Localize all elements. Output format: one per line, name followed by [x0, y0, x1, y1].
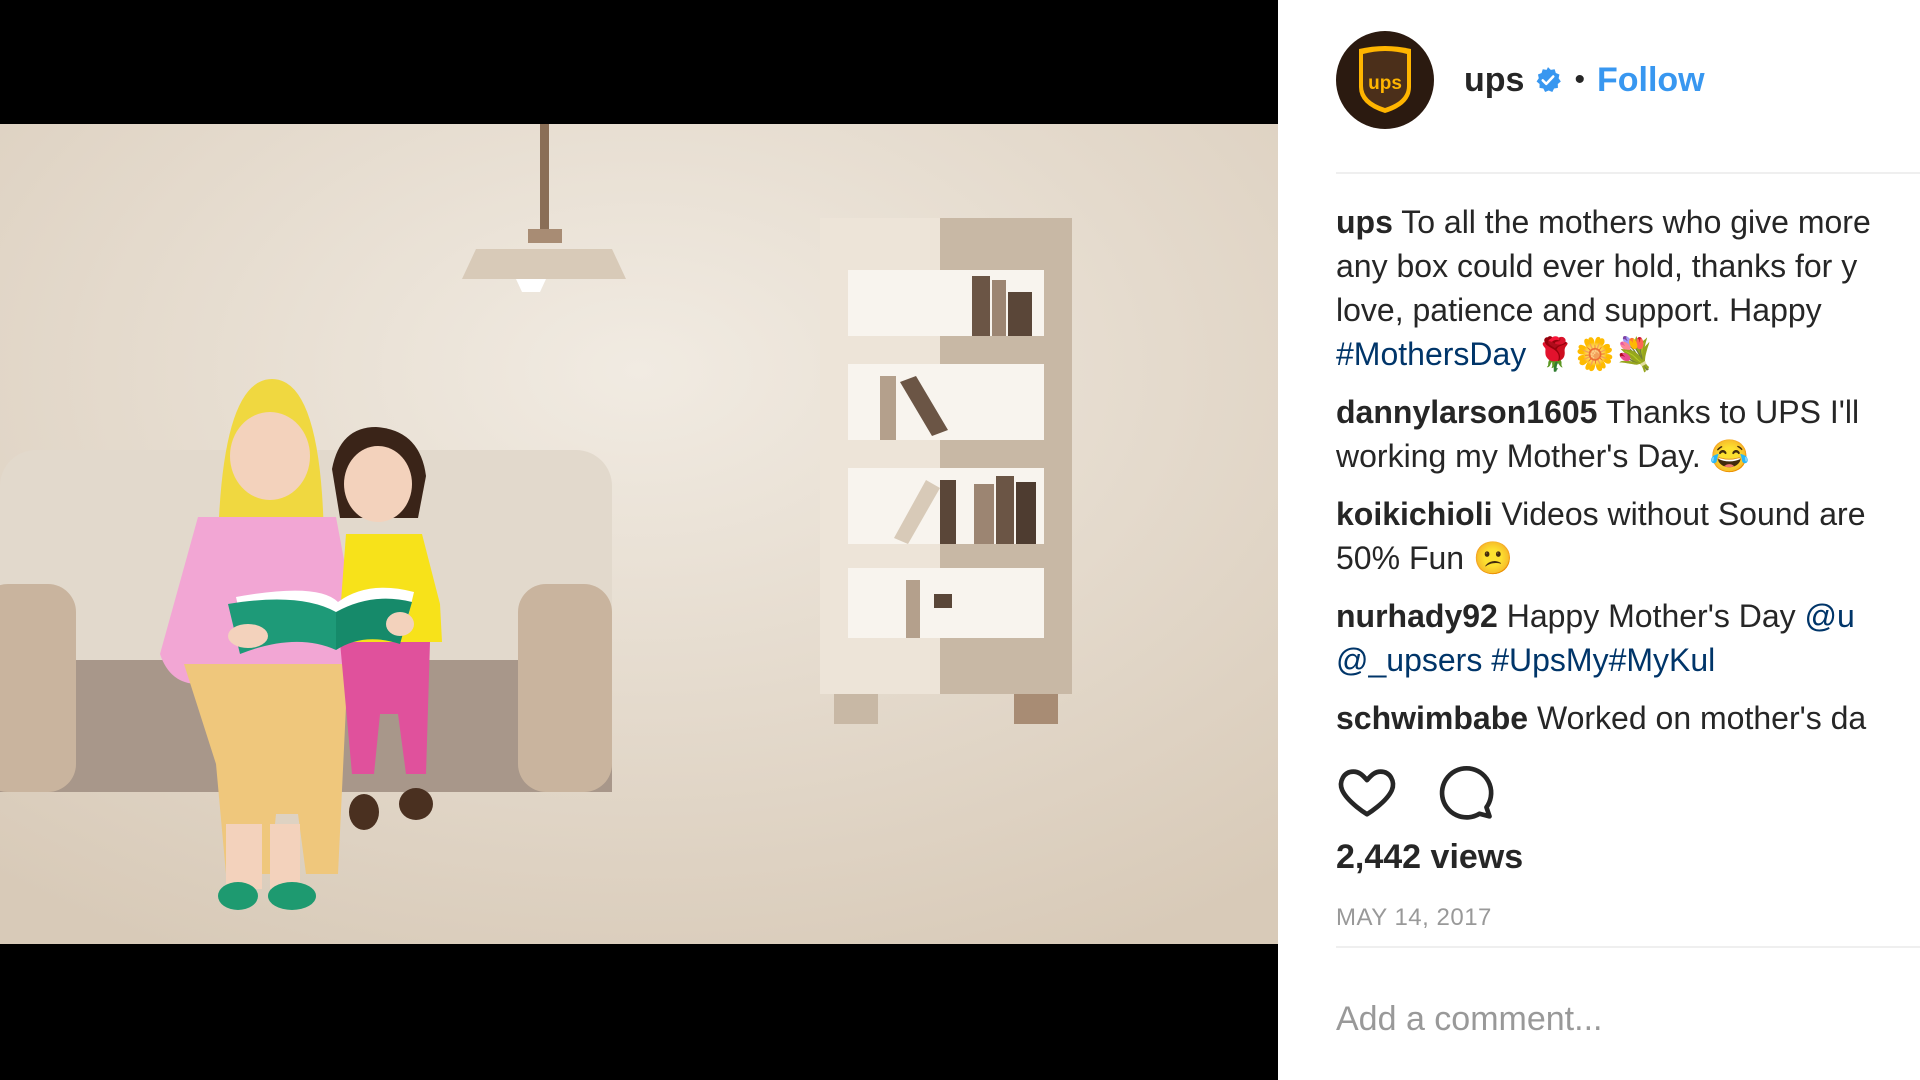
comment-text: Thanks to UPS I'll [1605, 394, 1860, 430]
post-actions [1336, 760, 1532, 822]
comment-author[interactable]: nurhady92 [1336, 598, 1498, 634]
username[interactable]: ups [1464, 61, 1524, 100]
caption-text: To all the mothers who give more [1401, 204, 1871, 240]
comment-item: schwimbabe Worked on mother's da [1336, 696, 1920, 732]
post-header: ups ups • Follow [1336, 30, 1705, 130]
comment-author[interactable]: ups [1336, 204, 1393, 240]
hashtag-link[interactable]: #MyKul [1609, 642, 1716, 678]
ups-logo-icon: ups [1359, 46, 1411, 113]
heart-icon[interactable] [1336, 760, 1398, 822]
post-video[interactable] [0, 0, 1278, 1080]
comment-item: nurhady92 Happy Mother's Day @u @_upsers… [1336, 594, 1920, 682]
verified-badge-icon [1534, 66, 1562, 94]
mention-link[interactable]: @_upsers [1336, 642, 1482, 678]
caption-text: any box could ever hold, thanks for y [1336, 248, 1858, 284]
comment-text: 50% Fun 😕 [1336, 540, 1513, 576]
comment-text: Worked on mother's da [1536, 700, 1867, 732]
mention-link[interactable]: @u [1805, 598, 1855, 634]
separator-dot: • [1574, 63, 1585, 96]
comment-author[interactable]: schwimbabe [1336, 700, 1528, 732]
view-count[interactable]: 2,442 views [1336, 838, 1523, 877]
comment-text: working my Mother's Day. 😂 [1336, 438, 1750, 474]
post-sidebar: ups ups • Follow ups To all the mothers … [1278, 0, 1920, 1080]
hashtag-link[interactable]: #MothersDay [1336, 336, 1526, 372]
comment-text: Happy Mother's Day [1506, 598, 1796, 634]
avatar[interactable]: ups [1336, 31, 1434, 129]
caption-text: love, patience and support. Happy [1336, 292, 1822, 328]
comments-list[interactable]: ups To all the mothers who give more any… [1336, 200, 1920, 732]
comment-item: koikichioli Videos without Sound are 50%… [1336, 492, 1920, 580]
comment-item: dannylarson1605 Thanks to UPS I'll worki… [1336, 390, 1920, 478]
comment-icon[interactable] [1434, 760, 1496, 822]
comment-text: Videos without Sound are [1501, 496, 1866, 532]
post-date: MAY 14, 2017 [1336, 904, 1492, 931]
caption-emoji: 🌹🌼💐 [1535, 336, 1655, 372]
comment-author[interactable]: koikichioli [1336, 496, 1492, 532]
add-comment-input[interactable] [1336, 1000, 1896, 1039]
follow-button[interactable]: Follow [1597, 61, 1705, 100]
hashtag-link[interactable]: #UpsMy [1491, 642, 1608, 678]
svg-text:ups: ups [1368, 73, 1402, 94]
video-illustration [0, 124, 1278, 944]
caption: ups To all the mothers who give more any… [1336, 200, 1920, 376]
comment-divider [1336, 946, 1920, 948]
comment-author[interactable]: dannylarson1605 [1336, 394, 1597, 430]
header-divider [1336, 172, 1920, 174]
bookshelf [820, 218, 1072, 724]
